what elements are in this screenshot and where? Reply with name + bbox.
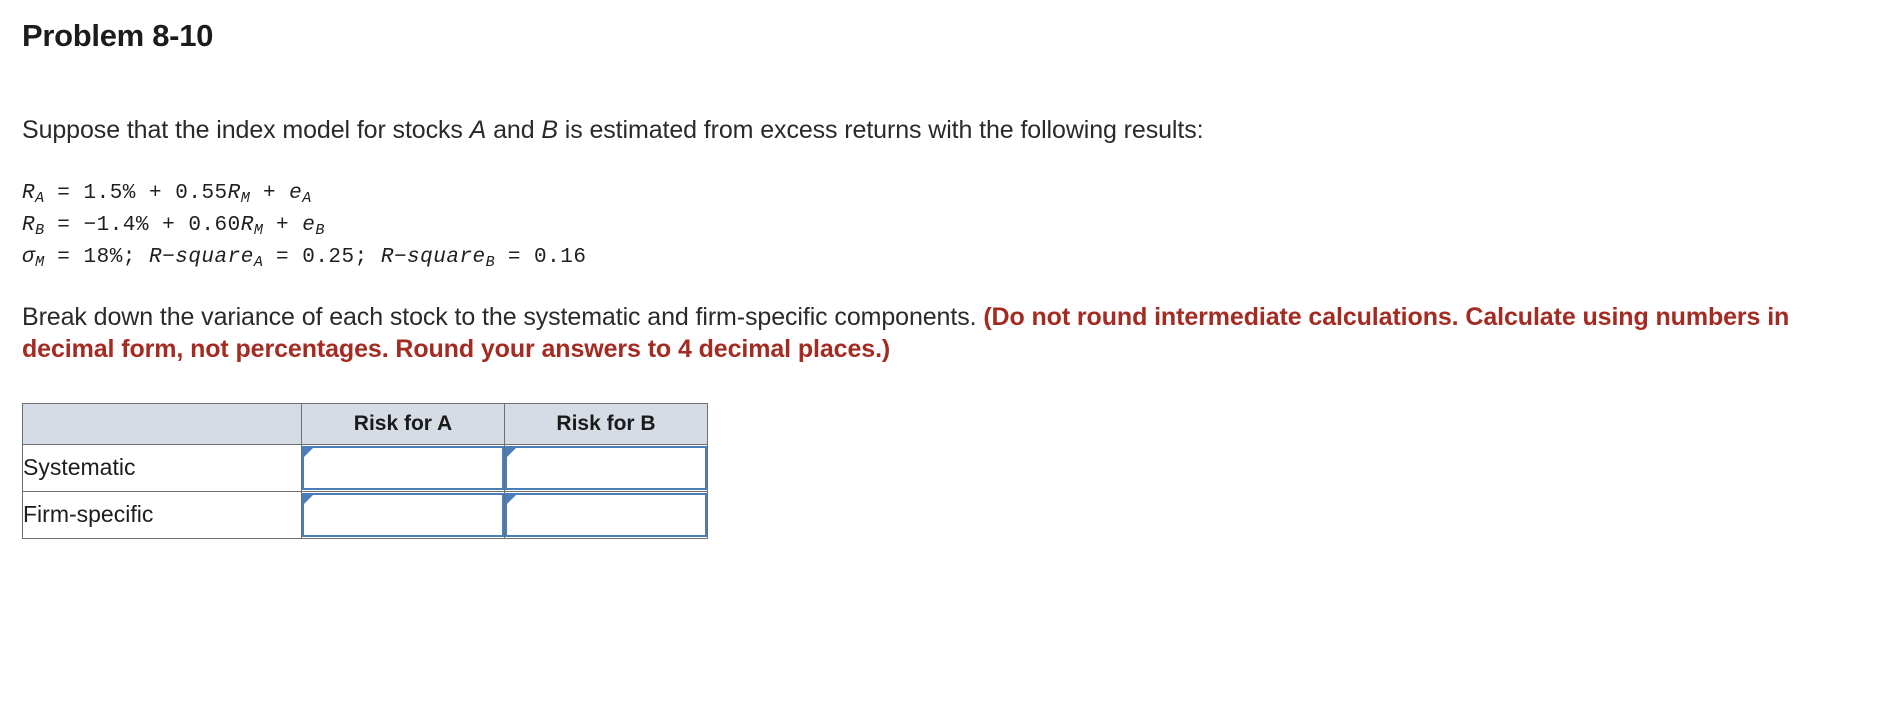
header-empty-corner bbox=[22, 402, 302, 445]
rsquare-b-value: = 0.16 bbox=[494, 246, 587, 270]
input-systematic-risk-b[interactable] bbox=[517, 447, 703, 488]
stock-b-symbol: B bbox=[541, 116, 558, 144]
eq-b-market-symbol: R bbox=[240, 214, 254, 238]
row-label-systematic: Systematic bbox=[22, 443, 302, 492]
stock-a-symbol: A bbox=[469, 116, 487, 144]
equation-parameters: σM = 18%; R−squareA = 0.25; R−squareB = … bbox=[22, 242, 1880, 274]
answer-table-body: Systematic Firm-specific bbox=[22, 443, 708, 539]
sigma-sub: M bbox=[35, 253, 45, 272]
eq-b-residual-sub: B bbox=[315, 221, 325, 240]
eq-b-beta: 0.60 bbox=[188, 214, 241, 238]
problem-prompt: Break down the variance of each stock to… bbox=[22, 275, 1880, 365]
eq-a-market-symbol: R bbox=[227, 182, 241, 205]
eq-b-lhs-symbol: R bbox=[22, 214, 36, 238]
intro-part-3: is estimated from excess returns with th… bbox=[557, 116, 1204, 144]
answer-marker-icon bbox=[507, 447, 516, 457]
intro-part-2: and bbox=[486, 116, 542, 144]
eq-b-residual-symbol: e bbox=[302, 214, 316, 238]
cell-systematic-risk-b[interactable] bbox=[504, 443, 708, 492]
answer-marker-icon bbox=[507, 494, 516, 504]
eq-a-plus-1: + bbox=[135, 182, 176, 205]
table-row: Systematic bbox=[22, 443, 708, 492]
rsquare-b-sub: B bbox=[485, 253, 495, 272]
cell-firm-specific-risk-b[interactable] bbox=[504, 490, 708, 539]
sigma-symbol: σ bbox=[22, 246, 36, 270]
eq-a-equals: = bbox=[44, 182, 84, 205]
eq-a-residual-sub: A bbox=[302, 189, 312, 208]
rsquare-a-sub: A bbox=[253, 253, 263, 272]
eq-b-plus-1: + bbox=[149, 214, 189, 238]
answer-marker-icon bbox=[304, 494, 313, 504]
eq-a-residual-symbol: e bbox=[289, 182, 303, 205]
page-title: Problem 8-10 bbox=[22, 18, 214, 53]
equation-stock-b: RB = −1.4% + 0.60RM + eB bbox=[22, 210, 1880, 242]
equation-block: RA = 1.5% + 0.55RM + eA RB = −1.4% + 0.6… bbox=[22, 145, 1880, 275]
rsquare-a-value: = 0.25; bbox=[262, 246, 381, 270]
intro-part-1: Suppose that the index model for stocks bbox=[22, 116, 470, 144]
input-firm-specific-risk-b[interactable] bbox=[517, 494, 703, 535]
row-label-firm-specific: Firm-specific bbox=[22, 490, 302, 539]
table-header-row: Risk for A Risk for B bbox=[22, 402, 708, 445]
eq-b-alpha: −1.4% bbox=[83, 214, 150, 238]
eq-b-plus-2: + bbox=[262, 214, 303, 238]
eq-b-equals: = bbox=[44, 214, 84, 238]
eq-a-alpha: 1.5% bbox=[83, 182, 136, 205]
rsquare-b-label: R−square bbox=[380, 246, 486, 270]
input-firm-specific-risk-a[interactable] bbox=[314, 494, 500, 535]
input-box-firm-specific-b[interactable] bbox=[505, 492, 707, 537]
problem-page: Problem 8-10 Suppose that the index mode… bbox=[0, 0, 1900, 724]
cell-firm-specific-risk-a[interactable] bbox=[301, 490, 505, 539]
eq-a-lhs-symbol: R bbox=[22, 182, 36, 205]
eq-b-market-sub: M bbox=[253, 221, 263, 240]
answer-table-head: Risk for A Risk for B bbox=[22, 402, 708, 445]
prompt-main-text: Break down the variance of each stock to… bbox=[22, 302, 984, 331]
header-risk-for-a: Risk for A bbox=[301, 402, 505, 445]
table-row: Firm-specific bbox=[22, 490, 708, 539]
input-box-systematic-b[interactable] bbox=[505, 445, 707, 490]
eq-a-plus-2: + bbox=[249, 182, 290, 205]
problem-intro: Suppose that the index model for stocks … bbox=[22, 54, 1880, 145]
input-box-systematic-a[interactable] bbox=[302, 445, 504, 490]
sigma-value: = 18%; bbox=[44, 246, 150, 270]
answer-marker-icon bbox=[304, 447, 313, 457]
input-systematic-risk-a[interactable] bbox=[314, 447, 500, 488]
eq-a-beta: 0.55 bbox=[175, 182, 228, 205]
eq-a-lhs-sub: A bbox=[35, 189, 45, 208]
eq-b-lhs-sub: B bbox=[35, 221, 45, 240]
header-risk-for-b: Risk for B bbox=[504, 402, 708, 445]
cell-systematic-risk-a[interactable] bbox=[301, 443, 505, 492]
equation-stock-a: RA = 1.5% + 0.55RM + eA bbox=[22, 178, 1880, 210]
eq-a-market-sub: M bbox=[240, 189, 250, 208]
answer-table: Risk for A Risk for B Systematic Firm-sp… bbox=[22, 402, 708, 539]
input-box-firm-specific-a[interactable] bbox=[302, 492, 504, 537]
rsquare-a-label: R−square bbox=[149, 246, 254, 270]
